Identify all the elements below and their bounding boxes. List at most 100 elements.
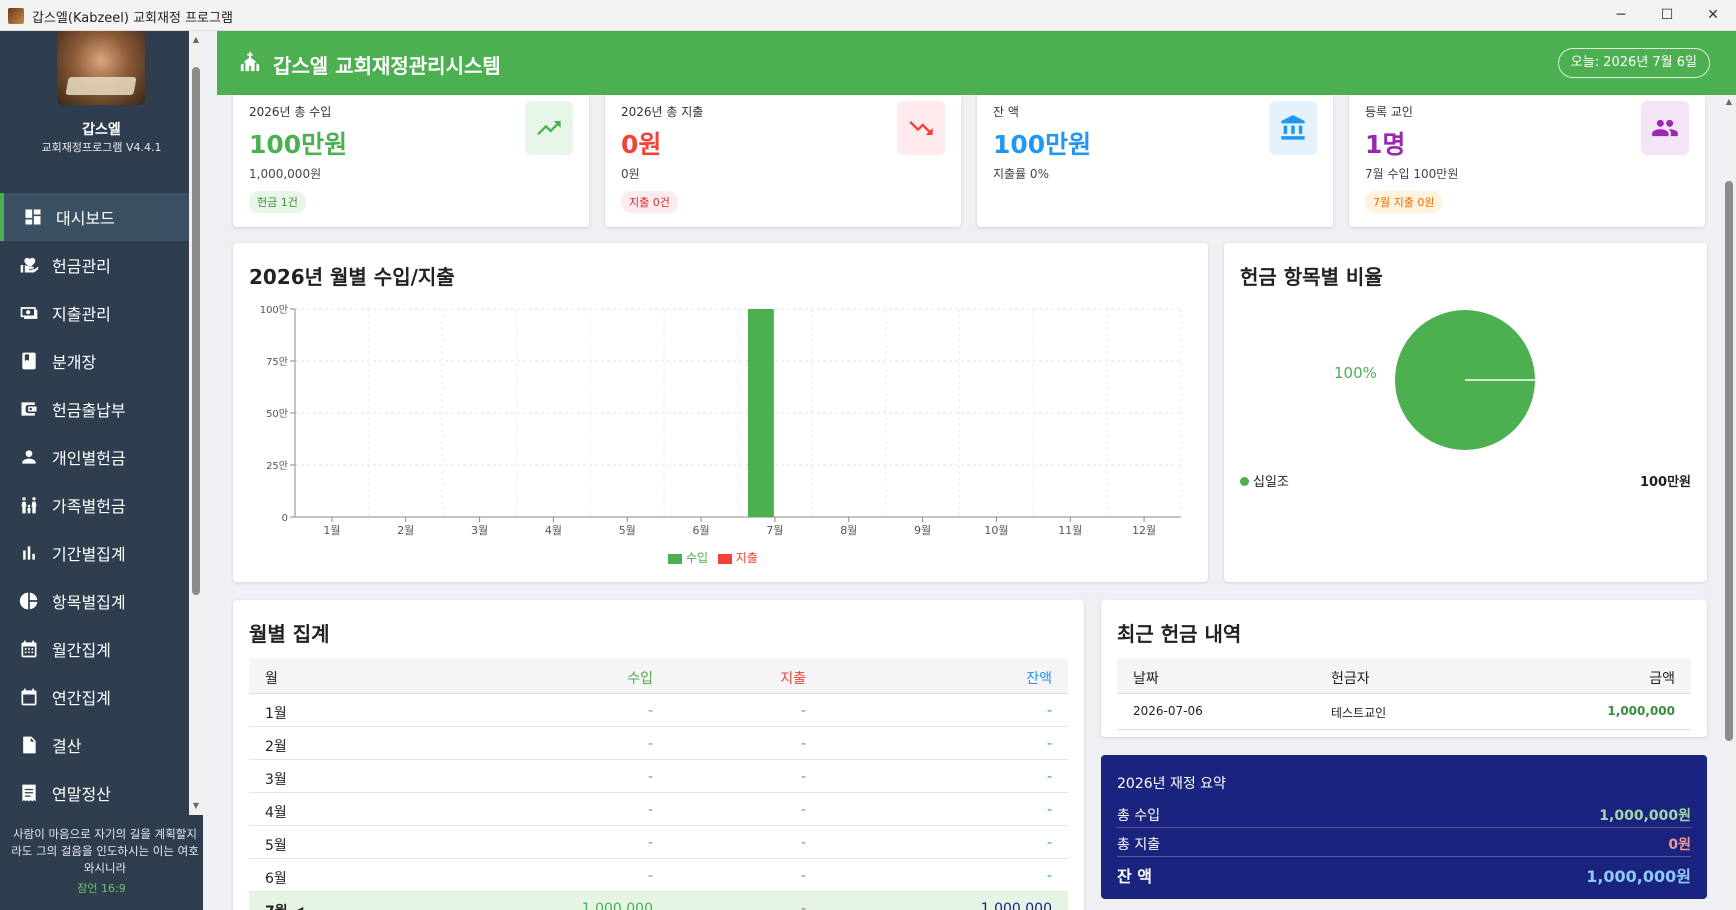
cell-expense: - xyxy=(800,769,806,785)
bible-verse: 사람이 마음으로 자기의 길을 계획할지라도 그의 걸음을 인도하시는 이는 여… xyxy=(11,827,199,875)
cell-month: 3월 xyxy=(265,772,287,788)
sidebar-item-label: 지출관리 xyxy=(52,305,111,324)
bar-chart-icon xyxy=(18,542,40,564)
sidebar-item-yearly[interactable]: 연간집계 xyxy=(0,673,203,721)
col-income: 수입 xyxy=(627,671,653,687)
book-icon xyxy=(18,350,40,372)
sidebar-item-period[interactable]: 기간별집계 xyxy=(0,529,203,577)
cell-donor: 테스트교인 xyxy=(1331,706,1387,720)
table-row[interactable]: 6월 - - - xyxy=(249,859,1068,892)
sidebar-nav: 대시보드 헌금관리 지출관리 분개장 헌금출납부 개인별헌금 가족별헌금 기간별… xyxy=(0,193,203,817)
table-row-current[interactable]: 7월 ◀ 1,000,000 - 1,000,000 xyxy=(249,892,1068,910)
table-row[interactable]: 4월 - - - xyxy=(249,793,1068,826)
sidebar-item-settlement[interactable]: 결산 xyxy=(0,721,203,769)
cell-income: - xyxy=(647,736,653,752)
cell-month: 7월 ◀ xyxy=(265,901,303,910)
x-tick-label: 11월 xyxy=(1058,524,1082,537)
stat-badge: 지출 0건 xyxy=(621,191,678,213)
x-tick-label: 1월 xyxy=(323,524,340,537)
sidebar-item-journal[interactable]: 분개장 xyxy=(0,337,203,385)
close-button[interactable]: ✕ xyxy=(1690,0,1736,31)
monthly-title: 월별 집계 xyxy=(249,622,330,646)
main-scrollbar[interactable]: ▲ xyxy=(1722,95,1736,910)
cell-month: 2월 xyxy=(265,739,287,755)
pie-legend-item: 십일조 xyxy=(1240,471,1289,490)
minimize-button[interactable]: ─ xyxy=(1598,0,1644,31)
sidebar-item-label: 헌금출납부 xyxy=(52,401,126,420)
stat-sub: 7월 수입 100만원 xyxy=(1365,167,1459,181)
sidebar-item-dashboard[interactable]: 대시보드 xyxy=(0,193,203,241)
scroll-up-icon[interactable]: ▲ xyxy=(1722,97,1736,106)
cell-balance: - xyxy=(1046,736,1052,752)
cell-amount: 1,000,000 xyxy=(1607,704,1675,718)
sidebar-item-offering[interactable]: 헌금관리 xyxy=(0,241,203,289)
stat-sub: 지출률 0% xyxy=(993,167,1049,181)
cell-month: 4월 xyxy=(265,805,287,821)
legend-label-income: 수입 xyxy=(685,551,709,565)
legend-label-expense: 지출 xyxy=(735,551,758,565)
stat-label: 2026년 총 수입 xyxy=(249,105,332,119)
summary-income-value: 1,000,000원 xyxy=(1599,808,1691,824)
sidebar-scrollbar[interactable]: ▲ ▼ xyxy=(189,31,203,815)
pie-legend-name: 십일조 xyxy=(1253,475,1289,490)
monthly-chart-card: 2026년 월별 수입/지출 0 25만 50만 75만 100만 1월 2월 3월 4월 5월 6… xyxy=(233,243,1208,582)
brand-version: 교회재정프로그램 V4.4.1 xyxy=(41,141,162,154)
sidebar-item-family[interactable]: 가족별헌금 xyxy=(0,481,203,529)
stat-label: 잔 액 xyxy=(993,105,1019,119)
cell-income: - xyxy=(647,835,653,851)
page-title: 갑스엘 교회재정관리시스템 xyxy=(273,54,501,78)
sidebar-item-label: 헌금관리 xyxy=(52,257,111,276)
x-tick-label: 10월 xyxy=(984,524,1008,537)
sidebar-item-year-end[interactable]: 연말정산 xyxy=(0,769,203,817)
pie-percent-label: 100% xyxy=(1334,364,1377,382)
sidebar-item-cashbook[interactable]: 헌금출납부 xyxy=(0,385,203,433)
maximize-button[interactable]: ☐ xyxy=(1644,0,1690,31)
col-expense: 지출 xyxy=(780,671,806,687)
sidebar-item-category[interactable]: 항목별집계 xyxy=(0,577,203,625)
main-scroll-thumb[interactable] xyxy=(1725,181,1733,741)
cell-balance: - xyxy=(1046,703,1052,719)
table-row[interactable]: 3월 - - - xyxy=(249,760,1068,793)
scroll-up-icon[interactable]: ▲ xyxy=(189,33,203,47)
summary-balance-value: 1,000,000원 xyxy=(1586,867,1691,886)
summary-balance-label: 잔 액 xyxy=(1117,867,1153,886)
stat-value: 100만원 xyxy=(249,130,348,159)
monthly-summary-card: 월별 집계 월 수입 지출 잔액 1월 - - - 2월 - - - 3월 - - - 4월 - - -… xyxy=(233,600,1084,910)
table-row[interactable]: 1월 - - - xyxy=(249,694,1068,727)
summary-balance-row: 잔 액 1,000,000원 xyxy=(1117,857,1691,891)
category-ratio-card: 헌금 항목별 비율 100% 십일조 100만원 xyxy=(1224,243,1707,582)
summary-expense-value: 0원 xyxy=(1668,837,1691,853)
bar-income xyxy=(747,309,774,517)
cell-expense: - xyxy=(800,736,806,752)
category-pie-chart xyxy=(1395,310,1535,450)
stat-sub: 0원 xyxy=(621,167,640,181)
window-title: 갑스엘(Kabzeel) 교회재정 프로그램 xyxy=(32,11,233,26)
legend-dot xyxy=(1240,477,1249,486)
x-tick-label: 4월 xyxy=(545,524,562,537)
table-row[interactable]: 2월 - - - xyxy=(249,727,1068,760)
y-tick-label: 50만 xyxy=(266,408,288,420)
cell-expense: - xyxy=(800,868,806,884)
summary-title: 2026년 재정 요약 xyxy=(1117,776,1226,792)
window-titlebar: 갑스엘(Kabzeel) 교회재정 프로그램 ─ ☐ ✕ xyxy=(0,0,1736,31)
scroll-down-icon[interactable]: ▼ xyxy=(189,799,203,813)
stat-sub: 1,000,000원 xyxy=(249,167,322,181)
sidebar-scroll-thumb[interactable] xyxy=(192,67,200,595)
sidebar-item-label: 항목별집계 xyxy=(52,593,126,612)
sidebar-item-monthly[interactable]: 월간집계 xyxy=(0,625,203,673)
logo-image xyxy=(57,31,145,105)
sidebar-item-expense[interactable]: 지출관리 xyxy=(0,289,203,337)
sidebar-item-label: 개인별헌금 xyxy=(52,449,126,468)
payment-icon xyxy=(18,302,40,324)
wallet-icon xyxy=(18,398,40,420)
table-row[interactable]: 5월 - - - xyxy=(249,826,1068,859)
table-row[interactable]: 2026-07-06 테스트교인 1,000,000 xyxy=(1117,694,1691,730)
cell-balance: - xyxy=(1046,802,1052,818)
stat-card-balance: 잔 액 100만원 지출률 0% xyxy=(977,95,1333,227)
sidebar: 갑스엘 교회재정프로그램 V4.4.1 대시보드 헌금관리 지출관리 분개장 헌… xyxy=(0,31,203,910)
cell-expense: - xyxy=(800,703,806,719)
sidebar-item-personal[interactable]: 개인별헌금 xyxy=(0,433,203,481)
y-tick-label: 75만 xyxy=(266,356,288,368)
calendar-icon xyxy=(18,686,40,708)
x-tick-label: 12월 xyxy=(1132,524,1156,537)
